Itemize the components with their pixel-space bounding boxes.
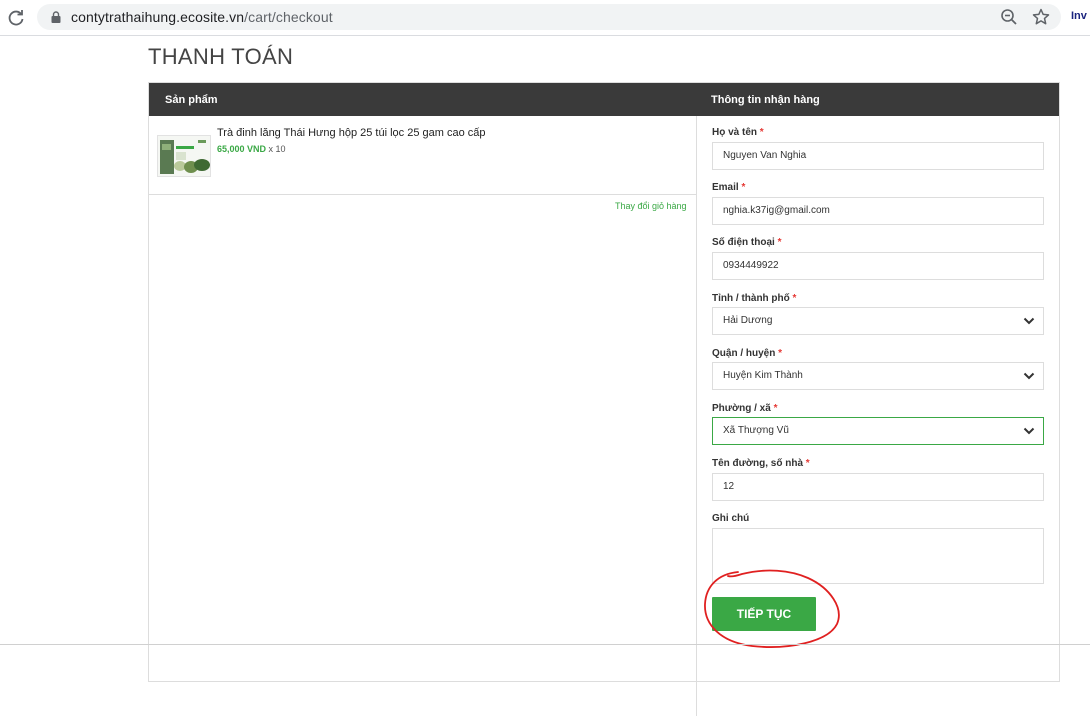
- street-label: Tên đường, số nhà *: [712, 458, 810, 469]
- annotation-circle: [704, 569, 840, 648]
- required-mark: *: [777, 237, 782, 248]
- url-domain: contytrathaihung.ecosite.vn: [71, 9, 245, 25]
- change-cart-link[interactable]: Thay đổi giỏ hàng: [615, 201, 687, 211]
- district-label-text: Quận / huyện: [712, 348, 776, 359]
- shipping-info-header: Thông tin nhận hàng: [711, 94, 820, 106]
- province-label-text: Tỉnh / thành phố: [712, 293, 790, 304]
- chevron-down-icon: [1023, 372, 1035, 380]
- ward-label-text: Phường / xã: [712, 403, 771, 414]
- url-text[interactable]: contytrathaihung.ecosite.vn/cart/checkou…: [71, 9, 333, 25]
- required-mark: *: [792, 293, 797, 304]
- full-name-label-text: Họ và tên: [712, 127, 758, 138]
- phone-label-text: Số điện thoại: [712, 237, 775, 248]
- column-divider: [696, 116, 697, 716]
- page-title: THANH TOÁN: [148, 44, 294, 69]
- bookmark-star-icon[interactable]: [1031, 7, 1051, 27]
- product-name[interactable]: Trà đinh lăng Thái Hưng hộp 25 túi lọc 2…: [217, 127, 485, 139]
- phone-input[interactable]: 0934449922: [712, 252, 1044, 280]
- required-mark: *: [805, 458, 810, 469]
- chevron-down-icon: [1023, 317, 1035, 325]
- page-divider: [0, 644, 1090, 645]
- products-header: Sản phẩm: [165, 94, 218, 106]
- extension-label[interactable]: Inv: [1071, 10, 1087, 22]
- street-input[interactable]: 12: [712, 473, 1044, 501]
- street-label-text: Tên đường, số nhà: [712, 458, 804, 469]
- district-label: Quận / huyện *: [712, 348, 782, 359]
- zoom-out-icon[interactable]: [1000, 8, 1018, 26]
- url-path: /cart/checkout: [244, 9, 333, 25]
- full-name-label: Họ và tên *: [712, 127, 764, 138]
- checkout-header: Sản phẩm Thông tin nhận hàng: [149, 83, 1059, 116]
- required-mark: *: [778, 348, 783, 359]
- product-image[interactable]: [157, 135, 211, 177]
- lock-icon[interactable]: [49, 10, 63, 24]
- province-select[interactable]: Hải Dương: [712, 307, 1044, 335]
- ward-label: Phường / xã *: [712, 403, 778, 414]
- ward-value: Xã Thượng Vũ: [723, 425, 789, 436]
- reload-icon[interactable]: [6, 8, 26, 28]
- required-mark: *: [759, 127, 764, 138]
- email-input[interactable]: nghia.k37ig@gmail.com: [712, 197, 1044, 225]
- chevron-down-icon: [1023, 427, 1035, 435]
- product-price: 65,000 VND: [217, 144, 267, 154]
- product-price-line: 65,000 VND x 10: [217, 144, 286, 154]
- province-value: Hải Dương: [723, 315, 773, 326]
- note-label: Ghi chú: [712, 513, 750, 524]
- province-label: Tỉnh / thành phố *: [712, 293, 796, 304]
- full-name-input[interactable]: Nguyen Van Nghia: [712, 142, 1044, 170]
- district-value: Huyện Kim Thành: [723, 370, 803, 381]
- district-select[interactable]: Huyện Kim Thành: [712, 362, 1044, 390]
- required-mark: *: [773, 403, 778, 414]
- product-divider: [149, 194, 696, 195]
- email-label-text: Email: [712, 182, 739, 193]
- browser-toolbar: contytrathaihung.ecosite.vn/cart/checkou…: [0, 0, 1090, 36]
- product-quantity: x 10: [268, 144, 286, 154]
- checkout-panel: Sản phẩm Thông tin nhận hàng Trà đinh lă…: [148, 82, 1060, 716]
- email-label: Email *: [712, 182, 745, 193]
- phone-label: Số điện thoại *: [712, 237, 781, 248]
- required-mark: *: [741, 182, 746, 193]
- ward-select[interactable]: Xã Thượng Vũ: [712, 417, 1044, 445]
- address-bar[interactable]: contytrathaihung.ecosite.vn/cart/checkou…: [37, 4, 1061, 30]
